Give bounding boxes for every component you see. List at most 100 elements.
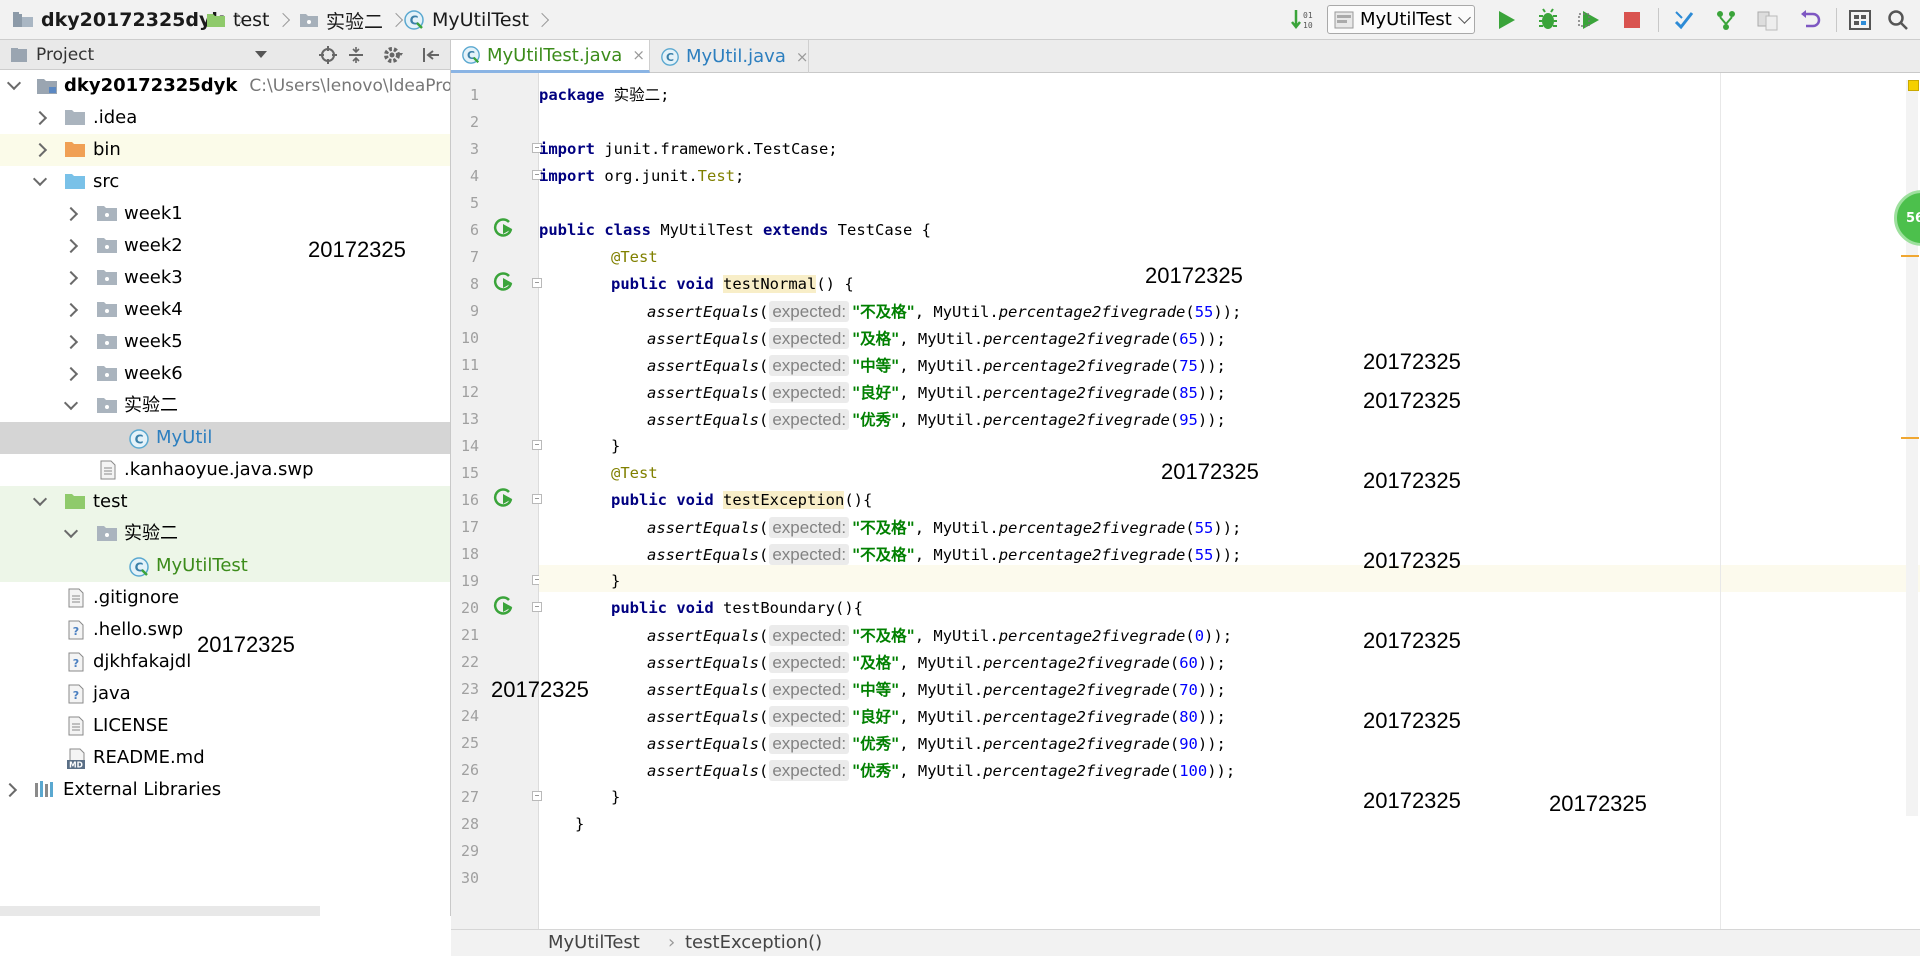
collapse-arrow-icon[interactable] (63, 238, 79, 254)
tree-item-week5[interactable]: week5 (0, 326, 450, 358)
run-test-gutter-icon[interactable] (491, 216, 515, 238)
project-structure-icon[interactable] (1846, 6, 1874, 34)
tab-myutiltest-java[interactable]: C MyUtilTest.java × (451, 40, 650, 73)
expand-arrow-icon[interactable] (32, 171, 48, 187)
nav-crumb-test[interactable]: test (206, 0, 288, 40)
code-line: @Test (611, 464, 658, 482)
breadcrumb-method[interactable]: testException() (685, 930, 822, 956)
collapse-arrow-icon[interactable] (63, 302, 79, 318)
tree-item-src[interactable]: src (0, 166, 450, 198)
close-icon[interactable]: × (632, 46, 645, 64)
collapse-arrow-icon[interactable] (63, 366, 79, 382)
search-icon[interactable] (1884, 6, 1912, 34)
nav-crumb-package[interactable]: 实验二 (299, 0, 401, 40)
vcs-commit-icon[interactable] (1712, 6, 1740, 34)
horizontal-scrollbar[interactable] (0, 906, 320, 916)
tree-item-test-package-shiyan2[interactable]: 实验二 (0, 518, 450, 550)
code-line: import junit.framework.TestCase; (539, 140, 838, 158)
tree-item-myutil[interactable]: C MyUtil (0, 422, 450, 454)
line-number: 6 (469, 221, 479, 239)
tree-item-kanhaoyue-swp[interactable]: .kanhaoyue.java.swp (0, 454, 450, 486)
collapse-arrow-icon[interactable] (63, 206, 79, 222)
error-stripe-marker[interactable] (1901, 255, 1919, 257)
tab-myutil-java[interactable]: C MyUtil.java × (650, 40, 809, 73)
line-number: 20 (460, 599, 479, 617)
watermark-text: 20172325 (308, 237, 406, 262)
package-icon (96, 300, 118, 318)
breadcrumb-class[interactable]: MyUtilTest (548, 930, 640, 956)
code-line: assertEquals(expected: "及格", MyUtil.perce… (647, 328, 1226, 349)
breadcrumb-separator: › (668, 932, 676, 953)
watermark-text: 20172325 (1363, 548, 1461, 573)
run-test-gutter-icon[interactable] (491, 594, 515, 616)
run-test-gutter-icon[interactable] (491, 270, 515, 292)
nav-crumb-class[interactable]: C MyUtilTest (403, 0, 547, 40)
editor-breadcrumb: MyUtilTest › testException() (451, 929, 1920, 956)
tree-item-gitignore[interactable]: .gitignore (0, 582, 450, 614)
code-line: assertEquals(expected: "良好", MyUtil.perce… (647, 706, 1226, 727)
tree-item-week1[interactable]: week1 (0, 198, 450, 230)
unknown-file-icon: ? (67, 684, 85, 704)
toolbar-separator (1836, 8, 1837, 32)
tree-item-idea[interactable]: .idea (0, 102, 450, 134)
tree-item-java[interactable]: ? java (0, 678, 450, 710)
expand-arrow-icon[interactable] (63, 395, 79, 411)
expand-arrow-icon[interactable] (6, 75, 22, 91)
stop-icon[interactable] (1618, 6, 1646, 34)
settings-gear-icon[interactable] (382, 44, 404, 66)
line-number: 27 (460, 788, 479, 806)
package-icon (299, 12, 319, 28)
tree-item-bin[interactable]: bin (0, 134, 450, 166)
tree-item-src-package-shiyan2[interactable]: 实验二 (0, 390, 450, 422)
svg-text:C: C (666, 51, 674, 64)
tree-item-license[interactable]: LICENSE (0, 710, 450, 742)
tree-item-myutiltest[interactable]: C MyUtilTest (0, 550, 450, 582)
unknown-file-icon: ? (67, 620, 85, 640)
tree-item-week6[interactable]: week6 (0, 358, 450, 390)
run-icon[interactable] (1492, 6, 1520, 34)
vcs-compare-icon[interactable] (1754, 6, 1782, 34)
chevron-down-icon[interactable] (255, 51, 267, 58)
sort-icon[interactable]: 01 10 (1289, 6, 1317, 34)
watermark-text: 20172325 (1161, 459, 1259, 484)
revert-icon[interactable] (1796, 6, 1824, 34)
markdown-file-icon: MD (66, 748, 88, 770)
code-area[interactable]: package 实验二; import junit.framework.Test… (539, 73, 1920, 929)
tree-item-week4[interactable]: week4 (0, 294, 450, 326)
inspection-status-icon[interactable] (1908, 80, 1919, 91)
svg-text:?: ? (73, 689, 79, 702)
collapse-arrow-icon[interactable] (63, 334, 79, 350)
code-line: assertEquals(expected: "不及格", MyUtil.perc… (647, 301, 1242, 322)
coverage-icon[interactable] (1576, 6, 1604, 34)
collapse-arrow-icon[interactable] (2, 782, 18, 798)
tree-item-external-libraries[interactable]: External Libraries (0, 774, 450, 806)
test-folder-icon (64, 492, 86, 510)
expand-arrow-icon[interactable] (32, 491, 48, 507)
expand-arrow-icon[interactable] (63, 523, 79, 539)
error-stripe-marker[interactable] (1901, 437, 1919, 439)
tree-item-readme[interactable]: MD README.md (0, 742, 450, 774)
vcs-update-icon[interactable] (1670, 6, 1698, 34)
project-view-selector[interactable]: Project (10, 40, 94, 70)
collapse-arrow-icon[interactable] (32, 142, 48, 158)
collapse-arrow-icon[interactable] (32, 110, 48, 126)
locate-icon[interactable] (317, 44, 339, 66)
run-test-gutter-icon[interactable] (491, 486, 515, 508)
close-icon[interactable]: × (796, 48, 809, 66)
line-number: 29 (460, 842, 479, 860)
tree-item-project-root[interactable]: dky20172325dykC:\Users\lenovo\IdeaProjec (0, 70, 450, 102)
editor-gutter[interactable]: 1 2 3 4 5 6 7 8 9 10 11 12 13 14 15 16 1… (451, 73, 542, 929)
code-line: assertEquals(expected: "不及格", MyUtil.perc… (647, 544, 1242, 565)
tree-item-test[interactable]: test (0, 486, 450, 518)
collapse-all-icon[interactable] (345, 44, 367, 66)
debug-icon[interactable] (1534, 6, 1562, 34)
collapse-arrow-icon[interactable] (63, 270, 79, 286)
test-class-icon: C (403, 9, 425, 31)
line-number: 8 (469, 275, 479, 293)
run-configuration-selector[interactable]: MyUtilTest (1327, 5, 1475, 34)
code-line: assertEquals(expected: "及格", MyUtil.perce… (647, 652, 1226, 673)
hide-panel-icon[interactable] (420, 44, 442, 66)
test-class-icon: C (461, 45, 481, 65)
package-icon (96, 332, 118, 350)
tree-item-week3[interactable]: week3 (0, 262, 450, 294)
